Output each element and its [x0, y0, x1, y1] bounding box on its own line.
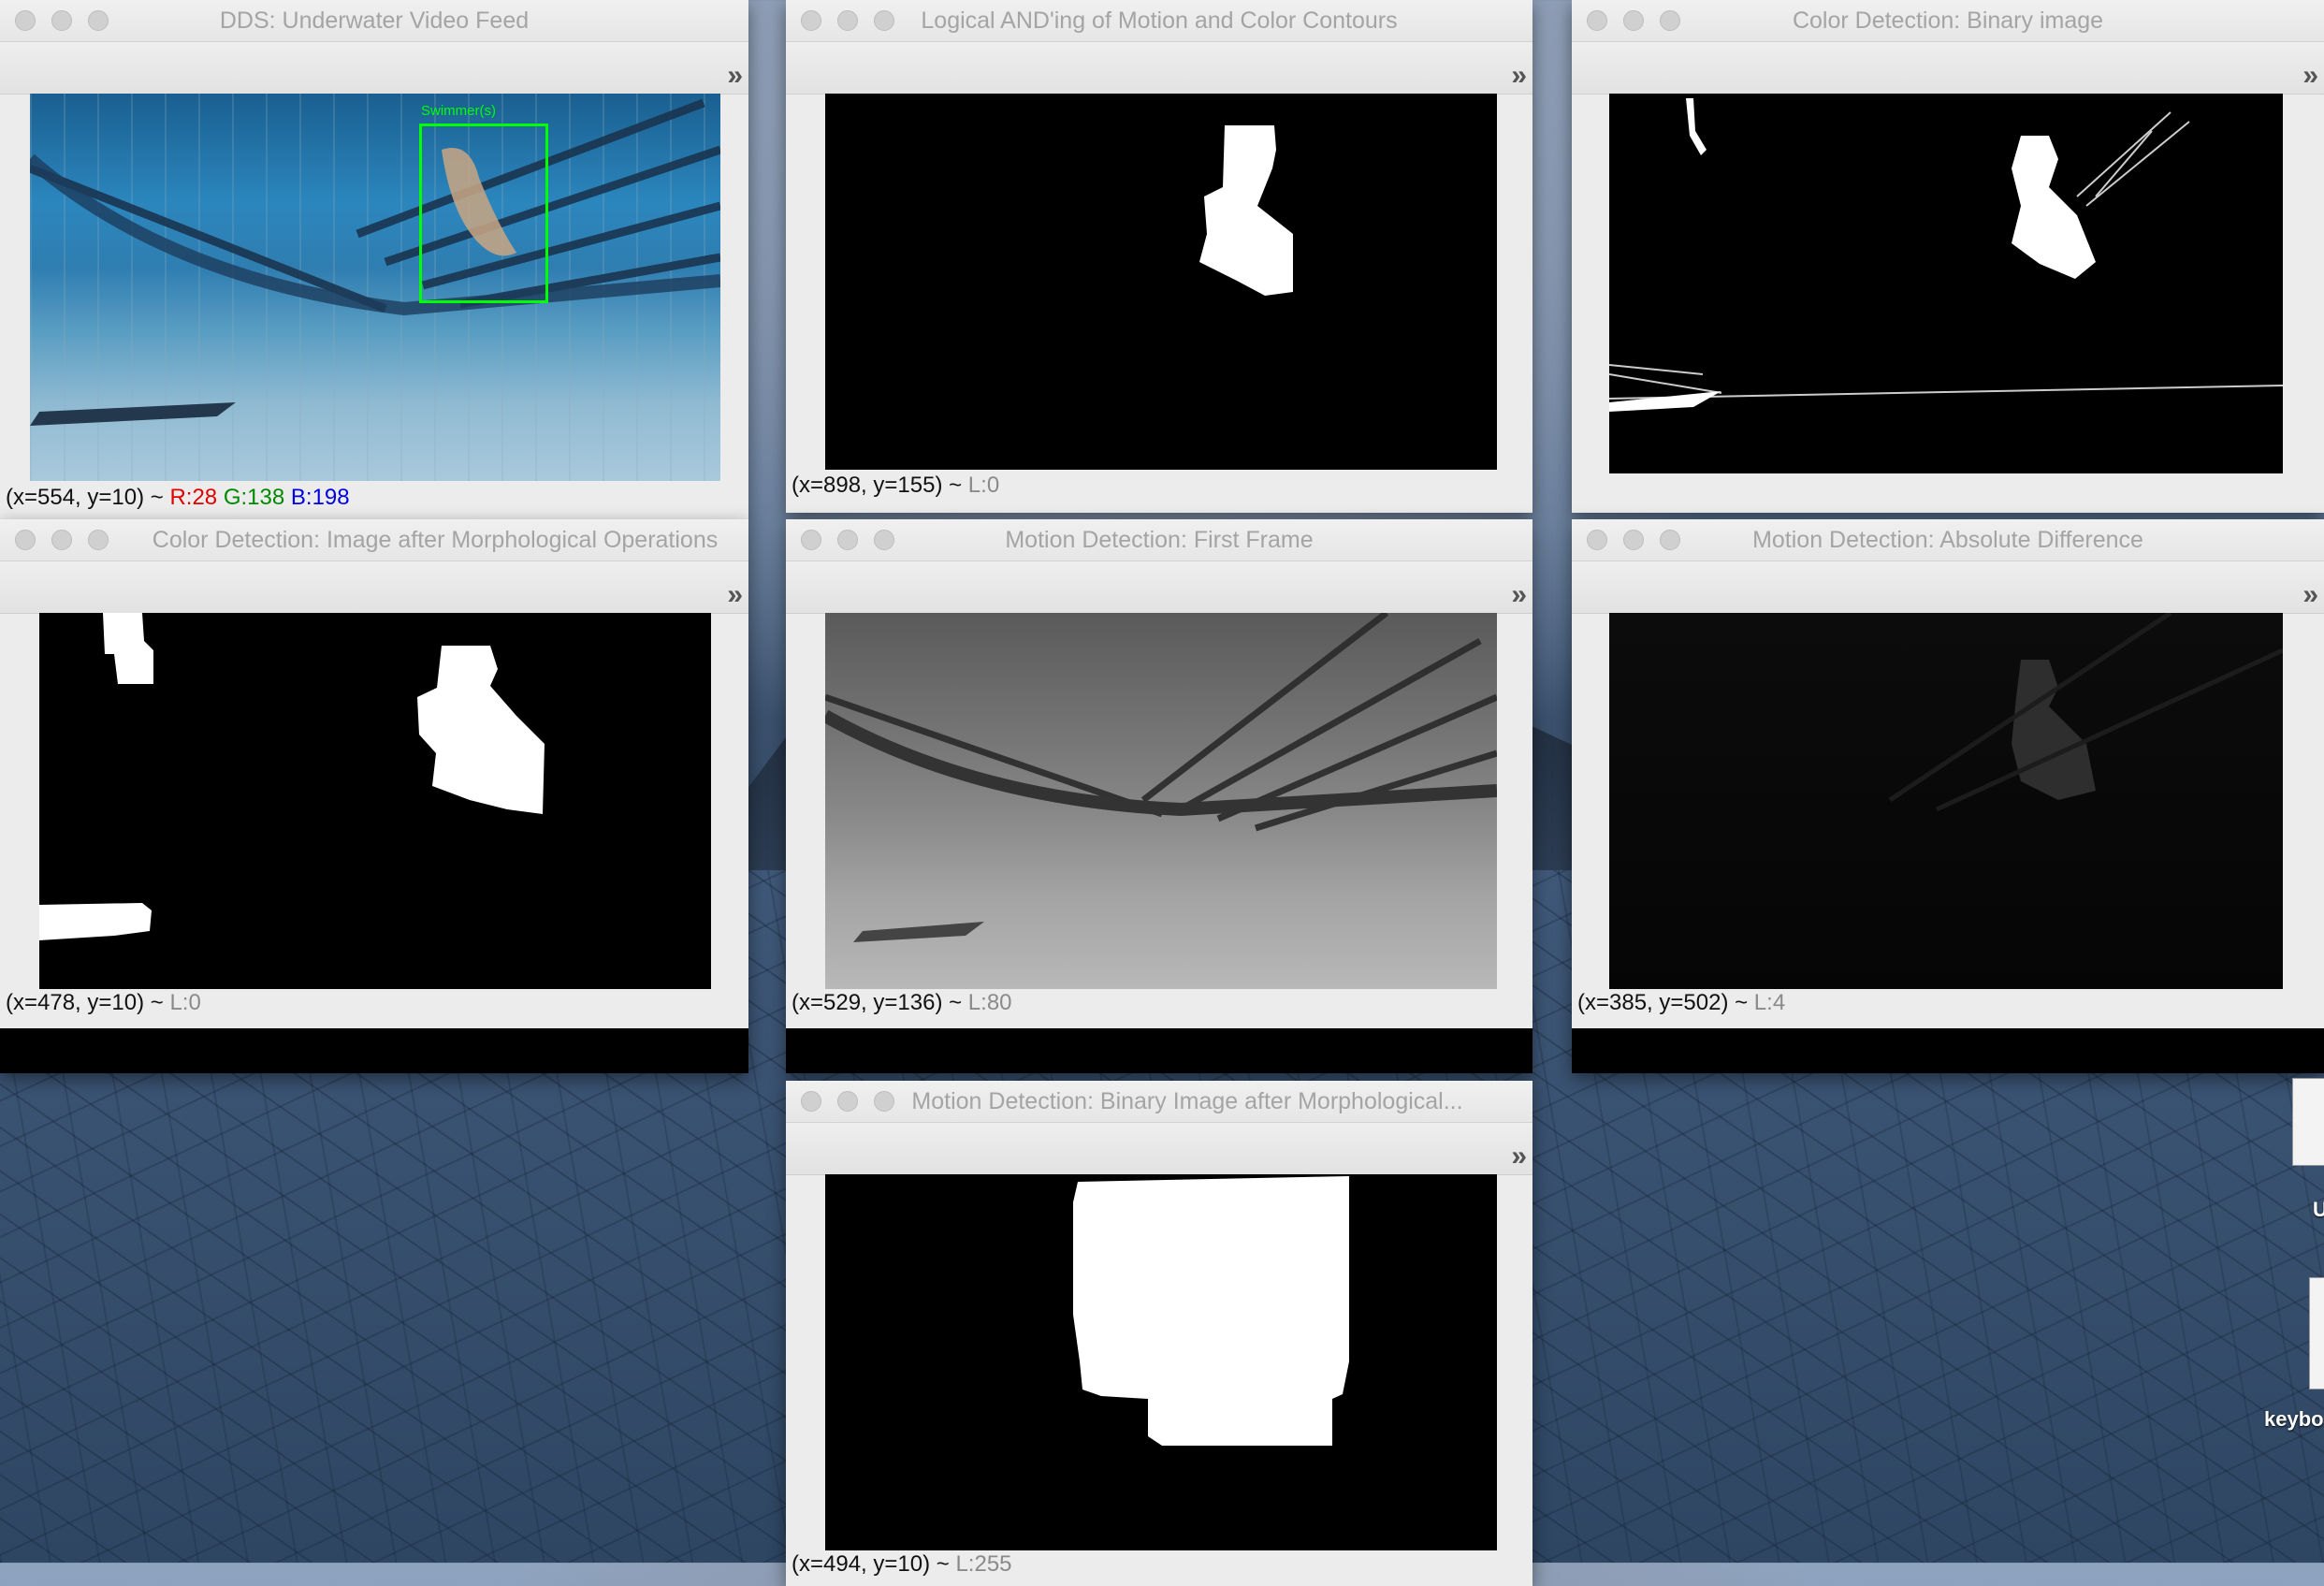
video-frame[interactable]: Swimmer(s)	[30, 94, 720, 481]
pool-scene	[30, 98, 720, 426]
window-bottom-area	[786, 1028, 1532, 1073]
window-first-frame[interactable]: Motion Detection: First Frame » (x=529, …	[786, 519, 1532, 1073]
titlebar[interactable]: Color Detection: Binary image	[1572, 0, 2324, 42]
luminance-value: L:0	[967, 473, 1000, 498]
red-value: R:28	[169, 485, 218, 510]
luminance-value: L:255	[955, 1551, 1012, 1577]
luminance-value: L:4	[1753, 990, 1786, 1015]
first-frame-image[interactable]	[825, 613, 1497, 989]
window-bottom-area	[1572, 1028, 2324, 1073]
morph-image[interactable]	[39, 613, 711, 989]
luminance-value: L:80	[967, 990, 1012, 1015]
chevron-right-icon[interactable]: »	[1511, 579, 1526, 611]
cursor-coordinates: (x=385, y=502) ~	[1577, 990, 1754, 1015]
motion-morph-image[interactable]	[825, 1174, 1497, 1550]
toolbar: »	[786, 42, 1532, 95]
morph-blobs	[39, 613, 545, 940]
blue-value: B:198	[290, 485, 350, 510]
cursor-coordinates: (x=494, y=10) ~	[792, 1551, 956, 1577]
green-value: G:138	[223, 485, 285, 510]
abs-diff-texture	[1888, 613, 2283, 812]
titlebar[interactable]: DDS: Underwater Video Feed	[0, 0, 748, 42]
desktop-icon-label[interactable]: keybo	[2264, 1407, 2324, 1432]
toolbar: »	[1572, 42, 2324, 95]
toolbar: »	[786, 1123, 1532, 1175]
toolbar: »	[1572, 561, 2324, 614]
abs-diff-image[interactable]	[1609, 613, 2283, 989]
window-color-binary[interactable]: Color Detection: Binary image »	[1572, 0, 2324, 513]
titlebar[interactable]: Motion Detection: Binary Image after Mor…	[786, 1081, 1532, 1123]
toolbar: »	[0, 561, 748, 614]
titlebar[interactable]: Motion Detection: Absolute Difference	[1572, 519, 2324, 561]
window-title: Motion Detection: First Frame	[1005, 527, 1314, 553]
window-abs-diff[interactable]: Motion Detection: Absolute Difference » …	[1572, 519, 2324, 1073]
motion-blob	[1073, 1176, 1349, 1446]
window-title: Motion Detection: Binary Image after Mor…	[911, 1088, 1463, 1114]
and-blob	[1199, 125, 1293, 296]
window-color-morph[interactable]: Color Detection: Image after Morphologic…	[0, 519, 748, 1073]
chevron-right-icon[interactable]: »	[1511, 60, 1526, 92]
window-title: DDS: Underwater Video Feed	[219, 7, 530, 34]
titlebar[interactable]: Logical AND'ing of Motion and Color Cont…	[786, 0, 1532, 42]
chevron-right-icon[interactable]: »	[727, 60, 742, 92]
binary-image[interactable]	[1609, 94, 2283, 473]
status-bar: (x=494, y=10) ~ L:255	[792, 1551, 1012, 1578]
detection-label: Swimmer(s)	[421, 103, 496, 119]
window-title: Motion Detection: Absolute Difference	[1752, 527, 2143, 553]
status-bar: (x=898, y=155) ~ L:0	[792, 473, 999, 499]
and-image[interactable]	[825, 94, 1497, 470]
titlebar[interactable]: Color Detection: Image after Morphologic…	[0, 519, 748, 561]
window-bottom-area	[0, 1028, 748, 1073]
cursor-coordinates: (x=478, y=10) ~	[6, 990, 170, 1015]
cursor-coordinates: (x=554, y=10) ~	[6, 485, 170, 510]
toolbar: »	[0, 42, 748, 95]
status-bar: (x=554, y=10) ~ R:28 G:138 B:198	[6, 485, 350, 511]
binary-noise	[1609, 98, 2283, 412]
status-bar: (x=478, y=10) ~ L:0	[6, 990, 201, 1016]
window-title: Color Detection: Image after Morphologic…	[152, 527, 719, 553]
chevron-right-icon[interactable]: »	[2302, 579, 2317, 611]
status-bar: (x=385, y=502) ~ L:4	[1577, 990, 1785, 1016]
window-motion-morph[interactable]: Motion Detection: Binary Image after Mor…	[786, 1081, 1532, 1586]
file-icon[interactable]	[2309, 1277, 2324, 1390]
cursor-coordinates: (x=898, y=155) ~	[792, 473, 968, 498]
detection-box	[419, 124, 548, 303]
desktop-icon-label[interactable]: U	[2313, 1198, 2324, 1222]
status-bar: (x=529, y=136) ~ L:80	[792, 990, 1012, 1016]
toolbar: »	[786, 561, 1532, 614]
chevron-right-icon[interactable]: »	[2302, 60, 2317, 92]
chevron-right-icon[interactable]: »	[1511, 1141, 1526, 1172]
luminance-value: L:0	[169, 990, 201, 1015]
window-title: Color Detection: Binary image	[1792, 7, 2104, 34]
cursor-coordinates: (x=529, y=136) ~	[792, 990, 968, 1015]
window-logical-and[interactable]: Logical AND'ing of Motion and Color Cont…	[786, 0, 1532, 513]
titlebar[interactable]: Motion Detection: First Frame	[786, 519, 1532, 561]
window-video-feed[interactable]: DDS: Underwater Video Feed » Swimmer(s) …	[0, 0, 748, 519]
chevron-right-icon[interactable]: »	[727, 579, 742, 611]
window-title: Logical AND'ing of Motion and Color Cont…	[921, 7, 1398, 34]
grayscale-pool	[825, 613, 1497, 942]
file-icon[interactable]	[2292, 1078, 2324, 1166]
